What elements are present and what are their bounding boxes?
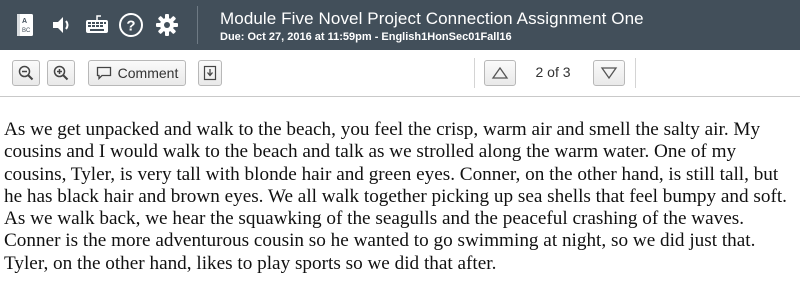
gear-icon[interactable] <box>154 12 180 38</box>
keyboard-icon[interactable] <box>84 12 110 38</box>
svg-text:?: ? <box>126 18 135 35</box>
zoom-in-icon <box>53 65 69 81</box>
comment-button[interactable]: Comment <box>88 60 186 86</box>
comment-label: Comment <box>117 65 179 81</box>
chevron-up-icon <box>491 66 509 79</box>
comment-icon <box>96 66 111 80</box>
next-page-button[interactable] <box>593 60 625 86</box>
document-content: As we get unpacked and walk to the beach… <box>4 119 800 275</box>
svg-text:A: A <box>22 18 27 25</box>
zoom-in-button[interactable] <box>47 60 75 86</box>
assignment-title: Module Five Novel Project Connection Ass… <box>220 9 644 28</box>
download-icon <box>203 65 217 81</box>
tool-icons: A BC ? <box>0 0 196 50</box>
document-toolbar: Comment 2 of 3 <box>0 50 800 97</box>
svg-text:BC: BC <box>22 28 31 34</box>
speaker-icon[interactable] <box>49 12 75 38</box>
due-date: Due: Oct 27, 2016 at 11:59pm - English1H… <box>220 31 512 43</box>
chevron-down-icon <box>600 67 618 80</box>
document-paragraph: As we get unpacked and walk to the beach… <box>4 119 787 274</box>
previous-page-button[interactable] <box>484 60 516 86</box>
zoom-out-icon <box>18 65 34 81</box>
page-indicator: 2 of 3 <box>535 64 571 80</box>
nav-separator-right <box>635 58 636 88</box>
dictionary-icon[interactable]: A BC <box>12 12 38 38</box>
header-divider <box>197 6 198 44</box>
nav-separator-left <box>474 58 475 88</box>
zoom-out-button[interactable] <box>12 60 40 86</box>
help-icon[interactable]: ? <box>118 12 144 38</box>
assignment-header: A BC ? Module Five Novel Project Connect… <box>0 0 800 50</box>
download-button[interactable] <box>198 60 222 86</box>
